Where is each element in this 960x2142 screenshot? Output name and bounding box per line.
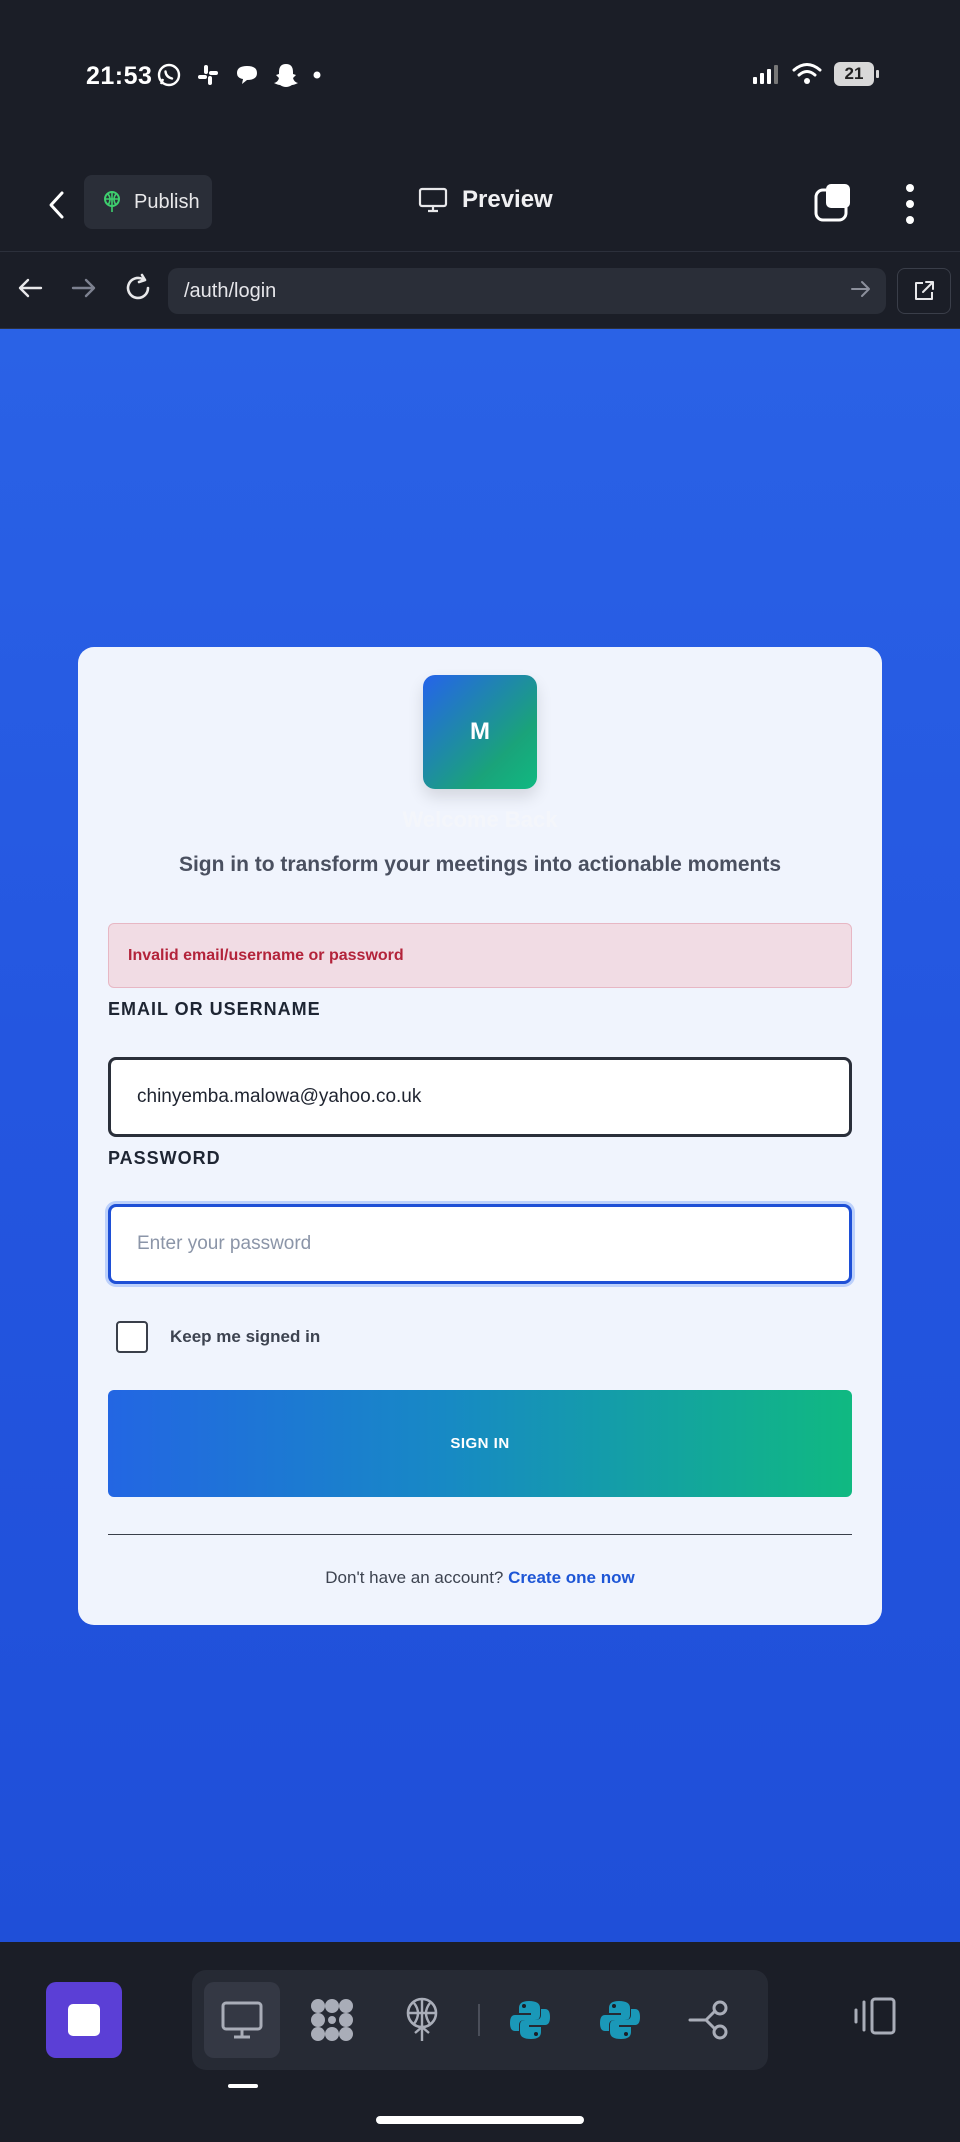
reload-icon: [126, 273, 150, 300]
app-header: Publish Preview: [0, 160, 960, 252]
url-text: /auth/login: [184, 279, 277, 302]
password-label: PASSWORD: [108, 1148, 221, 1168]
password-placeholder: Enter your password: [137, 1233, 312, 1254]
reload-button[interactable]: [120, 270, 156, 306]
home-indicator[interactable]: [376, 2116, 584, 2124]
login-card: M Welcome Back Sign in to transform your…: [78, 647, 882, 1625]
create-account-link[interactable]: Create one now: [508, 1568, 635, 1587]
more-menu-button[interactable]: [904, 184, 916, 224]
python-icon: [600, 2001, 640, 2039]
preview-label: Preview: [462, 186, 553, 213]
system-icons: 21: [752, 62, 879, 86]
menu-dot: [906, 184, 914, 192]
back-button[interactable]: [36, 182, 76, 228]
snapchat-icon: [274, 64, 298, 87]
panel-toggle-button[interactable]: [852, 1996, 898, 2041]
share-tool-button[interactable]: [672, 1982, 748, 2058]
desktop-tool-button[interactable]: [204, 1982, 280, 2058]
signup-prompt: Don't have an account? Create one now: [78, 1568, 882, 1588]
share-graph-icon: [688, 2000, 728, 2040]
external-link-icon: [915, 281, 934, 300]
preview-title: Preview: [418, 186, 553, 214]
chevron-left-icon: [49, 191, 64, 219]
bottom-dock: [0, 1942, 960, 2142]
error-message: Invalid email/username or password: [108, 923, 852, 988]
arrow-right-icon: [71, 278, 96, 298]
python-tool-button-1[interactable]: [492, 1982, 568, 2058]
web-viewport: M Welcome Back Sign in to transform your…: [0, 329, 960, 1942]
signup-text: Don't have an account?: [325, 1568, 504, 1587]
login-subtitle: Sign in to transform your meetings into …: [178, 853, 782, 876]
email-label: EMAIL OR USERNAME: [108, 999, 321, 1019]
chat-bubble-icon: [237, 66, 257, 84]
menu-dot: [906, 200, 914, 208]
signal-icon: [753, 65, 778, 84]
dot-icon: [313, 71, 321, 79]
status-bar: 21:53 21: [0, 0, 960, 160]
tool-group: [192, 1970, 768, 2070]
desktop-icon: [221, 2001, 263, 2039]
publish-button[interactable]: Publish: [84, 175, 212, 229]
app-logo: M: [423, 675, 537, 789]
email-value: chinyemba.malowa@yahoo.co.uk: [137, 1086, 422, 1107]
apps-tool-button[interactable]: [294, 1982, 370, 2058]
stop-icon: [68, 2004, 100, 2036]
nav-back-button[interactable]: [12, 270, 48, 306]
error-text: Invalid email/username or password: [128, 946, 404, 964]
remember-label: Keep me signed in: [170, 1327, 321, 1346]
publish-tree-icon: [104, 191, 120, 212]
url-input[interactable]: /auth/login: [168, 268, 886, 314]
apps-grid-icon: [311, 1999, 353, 2041]
open-external-button[interactable]: [897, 268, 951, 314]
sign-in-label: SIGN IN: [450, 1435, 510, 1452]
slack-icon: [198, 65, 218, 85]
monitor-icon: [418, 187, 448, 213]
password-field[interactable]: Enter your password: [108, 1204, 852, 1284]
go-arrow-icon[interactable]: [850, 279, 872, 299]
url-bar: /auth/login: [0, 252, 960, 329]
welcome-heading: Welcome Back: [402, 807, 558, 832]
notification-icons: [156, 62, 322, 88]
wifi-icon: [792, 63, 822, 84]
status-time: 21:53: [86, 62, 153, 90]
python-tool-button-2[interactable]: [582, 1982, 658, 2058]
remember-checkbox[interactable]: [116, 1321, 148, 1353]
remember-me[interactable]: Keep me signed in: [116, 1321, 320, 1353]
divider: [108, 1534, 852, 1535]
tabs-icon: [814, 184, 850, 222]
panel-layout-icon: [854, 1997, 896, 2035]
publish-label: Publish: [134, 190, 200, 213]
tabs-button[interactable]: [812, 182, 856, 226]
publish-tree-icon: [406, 1997, 438, 2041]
nav-forward-button[interactable]: [66, 270, 102, 306]
python-icon: [510, 2001, 550, 2039]
stop-button[interactable]: [46, 1982, 122, 2058]
tool-separator: [478, 2004, 480, 2036]
sign-in-button[interactable]: SIGN IN: [108, 1390, 852, 1497]
battery-icon: 21: [834, 62, 879, 86]
arrow-left-icon: [18, 278, 43, 298]
publish-tool-button[interactable]: [384, 1982, 460, 2058]
email-field[interactable]: chinyemba.malowa@yahoo.co.uk: [108, 1057, 852, 1137]
menu-dot: [906, 216, 914, 224]
active-tool-indicator: [228, 2084, 258, 2088]
whatsapp-icon: [157, 63, 181, 87]
